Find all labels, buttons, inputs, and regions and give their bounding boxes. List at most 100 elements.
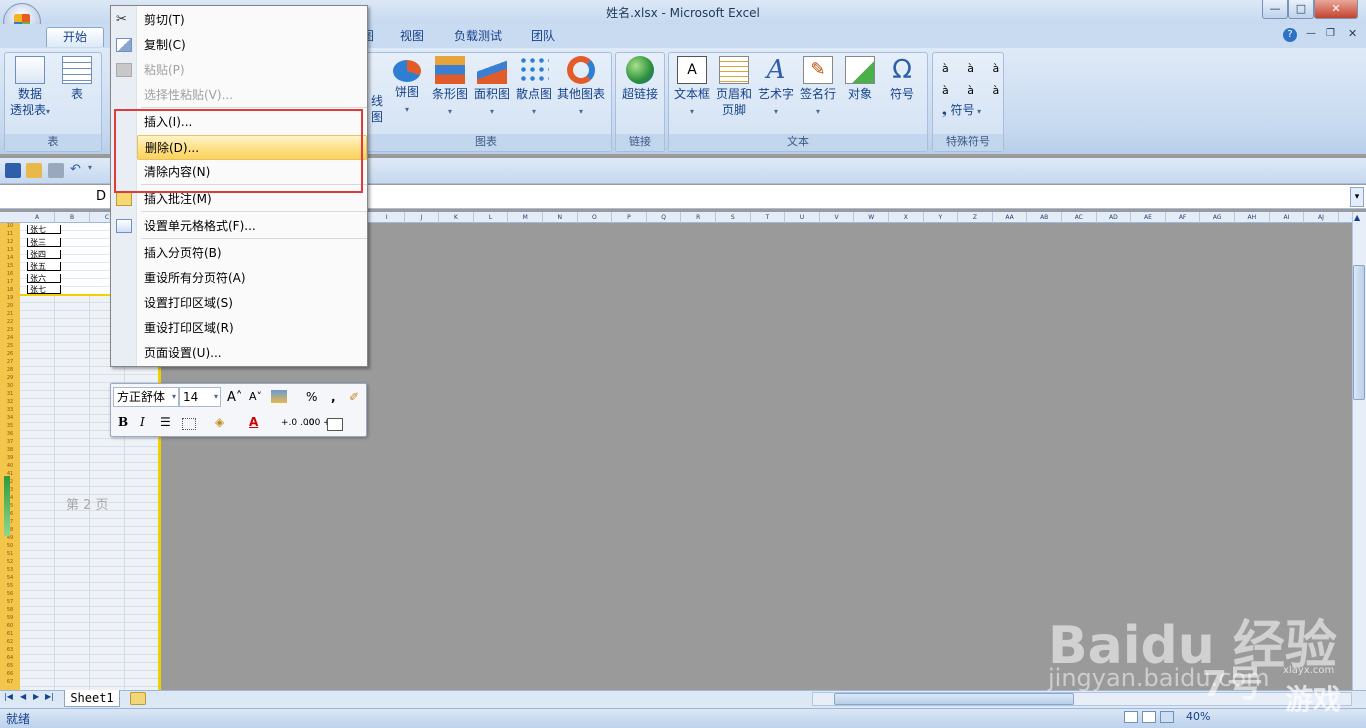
column-header[interactable]: AI bbox=[1270, 212, 1305, 223]
column-header[interactable]: Z bbox=[958, 212, 993, 223]
fill-color-icon[interactable]: ◈ bbox=[215, 415, 224, 429]
row-header[interactable]: 16 bbox=[0, 271, 20, 278]
column-header[interactable]: AJ bbox=[1304, 212, 1339, 223]
scatter-chart-button[interactable]: 散点图 ▾ bbox=[514, 56, 554, 120]
row-header[interactable]: 13 bbox=[0, 247, 20, 254]
row-header[interactable]: 18 bbox=[0, 287, 20, 294]
column-header[interactable]: R bbox=[681, 212, 716, 223]
scroll-up-icon[interactable]: ▲ bbox=[1354, 213, 1360, 222]
print-preview-icon[interactable] bbox=[48, 163, 64, 178]
textbox-button[interactable]: A 文本框 ▾ bbox=[672, 56, 712, 120]
row-header[interactable]: 14 bbox=[0, 255, 20, 262]
row-header[interactable]: 62 bbox=[0, 639, 20, 646]
row-header[interactable]: 11 bbox=[0, 231, 20, 238]
row-header[interactable]: 34 bbox=[0, 415, 20, 422]
context-menu-item[interactable]: 重设打印区域(R) bbox=[137, 316, 367, 341]
maximize-button[interactable]: □ bbox=[1288, 0, 1314, 19]
undo-icon[interactable]: ↶ bbox=[70, 163, 86, 178]
context-menu-item[interactable]: 设置打印区域(S) bbox=[137, 291, 367, 316]
column-header[interactable]: W bbox=[854, 212, 889, 223]
sheet-tab-sheet1[interactable]: Sheet1 bbox=[64, 690, 120, 707]
row-header[interactable]: 21 bbox=[0, 311, 20, 318]
column-header[interactable]: AH bbox=[1235, 212, 1270, 223]
context-menu-item[interactable]: 剪切(T) bbox=[137, 8, 367, 33]
bar-chart-button[interactable]: 条形图 ▾ bbox=[430, 56, 470, 120]
row-header[interactable]: 41 bbox=[0, 471, 20, 478]
row-header[interactable]: 12 bbox=[0, 239, 20, 246]
cell[interactable]: 张七 bbox=[27, 285, 61, 294]
area-chart-button[interactable]: 面积图 ▾ bbox=[472, 56, 512, 120]
tab-home[interactable]: 开始 bbox=[46, 27, 104, 47]
row-header[interactable]: 33 bbox=[0, 407, 20, 414]
row-header[interactable]: 24 bbox=[0, 335, 20, 342]
row-header[interactable]: 42 bbox=[0, 479, 20, 486]
row-header[interactable]: 40 bbox=[0, 463, 20, 470]
tab-team[interactable]: 团队 bbox=[531, 27, 555, 47]
first-sheet-icon[interactable]: |◀ bbox=[4, 692, 13, 701]
row-header[interactable]: 32 bbox=[0, 399, 20, 406]
cell[interactable]: 张三 bbox=[27, 238, 61, 247]
context-menu-item[interactable]: 复制(C) bbox=[137, 33, 367, 58]
prev-sheet-icon[interactable]: ◀ bbox=[20, 692, 26, 701]
font-size-combo[interactable]: 14 ▾ bbox=[179, 387, 221, 407]
column-header[interactable]: AA bbox=[993, 212, 1028, 223]
comma-style-button[interactable]: , bbox=[331, 390, 336, 404]
row-header[interactable]: 51 bbox=[0, 551, 20, 558]
column-header[interactable]: X bbox=[889, 212, 924, 223]
column-header[interactable]: L bbox=[474, 212, 509, 223]
row-header[interactable]: 28 bbox=[0, 367, 20, 374]
row-header[interactable]: 63 bbox=[0, 647, 20, 654]
hyperlink-button[interactable]: 超链接 bbox=[618, 56, 662, 102]
row-header[interactable]: 49 bbox=[0, 535, 20, 542]
column-header[interactable]: A bbox=[20, 212, 55, 223]
column-header[interactable]: J bbox=[405, 212, 440, 223]
row-header[interactable]: 56 bbox=[0, 591, 20, 598]
column-header[interactable]: AE bbox=[1131, 212, 1166, 223]
column-header[interactable]: B bbox=[55, 212, 90, 223]
row-header[interactable]: 66 bbox=[0, 671, 20, 678]
context-menu-item[interactable]: 插入分页符(B) bbox=[137, 241, 367, 266]
column-header[interactable]: K bbox=[439, 212, 474, 223]
context-menu-item[interactable]: 重设所有分页符(A) bbox=[137, 266, 367, 291]
column-header[interactable]: I bbox=[370, 212, 405, 223]
name-box[interactable]: D bbox=[0, 185, 110, 209]
row-header[interactable]: 20 bbox=[0, 303, 20, 310]
cell[interactable]: 张六 bbox=[27, 274, 61, 283]
percent-style-button[interactable]: % bbox=[306, 390, 317, 404]
row-header[interactable]: 25 bbox=[0, 343, 20, 350]
row-header[interactable]: 44 bbox=[0, 495, 20, 502]
row-header[interactable]: 15 bbox=[0, 263, 20, 270]
normal-view-icon[interactable] bbox=[1124, 711, 1138, 723]
column-header[interactable]: AG bbox=[1200, 212, 1235, 223]
column-header[interactable]: V bbox=[820, 212, 855, 223]
horizontal-scroll-thumb[interactable] bbox=[834, 693, 1074, 705]
header-footer-button[interactable]: 页眉和 页脚 bbox=[714, 56, 754, 118]
row-header[interactable]: 52 bbox=[0, 559, 20, 566]
borders-icon[interactable] bbox=[182, 418, 196, 430]
row-header[interactable]: 48 bbox=[0, 527, 20, 534]
row-header[interactable]: 60 bbox=[0, 623, 20, 630]
font-color-button[interactable]: A bbox=[249, 415, 258, 429]
row-header[interactable]: 58 bbox=[0, 607, 20, 614]
font-name-combo[interactable]: 方正舒体 ▾ bbox=[113, 387, 179, 407]
insert-sheet-icon[interactable] bbox=[130, 692, 146, 705]
row-header[interactable]: 46 bbox=[0, 511, 20, 518]
ribbon-close-icon[interactable]: ✕ bbox=[1348, 27, 1357, 40]
row-header[interactable]: 67 bbox=[0, 679, 20, 686]
column-header[interactable]: AC bbox=[1062, 212, 1097, 223]
last-sheet-icon[interactable]: ▶| bbox=[45, 692, 54, 701]
shrink-font-button[interactable]: A˅ bbox=[249, 390, 262, 403]
cell[interactable]: 张七 bbox=[27, 225, 61, 234]
row-header[interactable]: 22 bbox=[0, 319, 20, 326]
row-header[interactable]: 38 bbox=[0, 447, 20, 454]
column-header[interactable]: U bbox=[785, 212, 820, 223]
italic-button[interactable]: I bbox=[140, 415, 145, 429]
row-header[interactable]: 27 bbox=[0, 359, 20, 366]
column-header[interactable]: Q bbox=[647, 212, 682, 223]
wordart-button[interactable]: A 艺术字 ▾ bbox=[756, 56, 796, 120]
zoom-level[interactable]: 40% bbox=[1186, 710, 1210, 723]
minimize-button[interactable]: — bbox=[1262, 0, 1288, 19]
special-symbols-grid[interactable]: à à à à à à bbox=[942, 58, 1002, 102]
ribbon-restore-icon[interactable]: ❐ bbox=[1326, 28, 1335, 39]
next-sheet-icon[interactable]: ▶ bbox=[33, 692, 39, 701]
